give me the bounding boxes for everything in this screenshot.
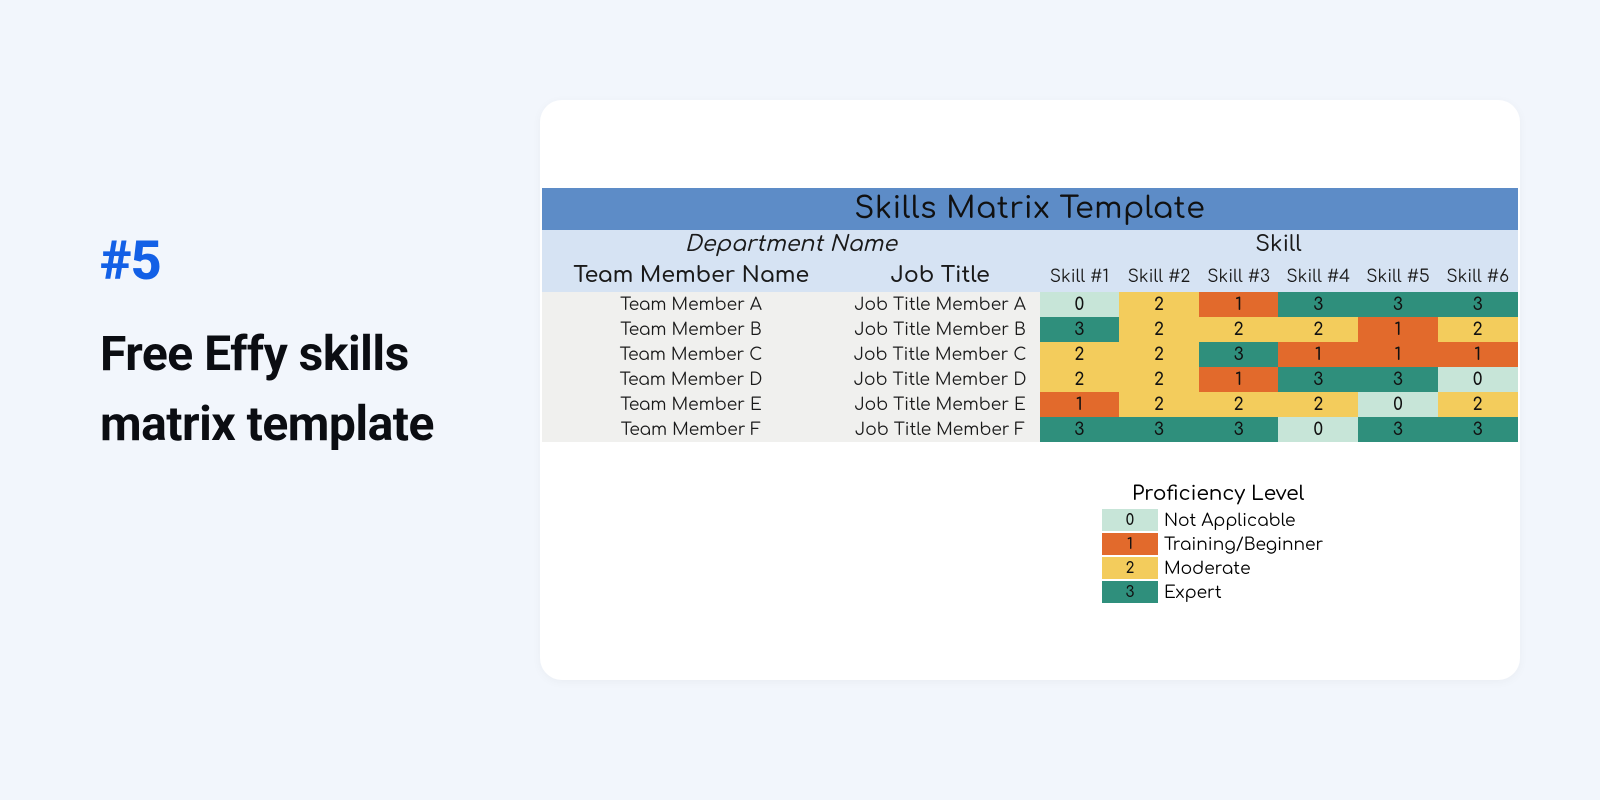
skill-cell: 3 xyxy=(1199,342,1279,367)
skill-cell: 3 xyxy=(1358,417,1438,442)
skill-cell: 3 xyxy=(1040,417,1120,442)
legend-swatch: 1 xyxy=(1102,533,1158,555)
legend-row: 2 Moderate xyxy=(1102,557,1518,579)
legend-row: 1 Training/Beginner xyxy=(1102,533,1518,555)
legend-swatch: 0 xyxy=(1102,509,1158,531)
skill-cell: 2 xyxy=(1438,392,1518,417)
table-row: Team Member EJob Title Member E122202 xyxy=(542,392,1518,417)
header-skill-5: Skill #5 xyxy=(1358,260,1438,292)
member-name-cell: Team Member A xyxy=(542,292,840,317)
skill-cell: 0 xyxy=(1358,392,1438,417)
skill-cell: 2 xyxy=(1040,342,1120,367)
skill-cell: 2 xyxy=(1199,317,1279,342)
legend-row: 3 Expert xyxy=(1102,581,1518,603)
skill-cell: 2 xyxy=(1278,317,1358,342)
skill-cell: 2 xyxy=(1119,317,1199,342)
legend-label: Training/Beginner xyxy=(1164,535,1323,554)
table-row: Team Member BJob Title Member B322212 xyxy=(542,317,1518,342)
skill-group-header: Skill xyxy=(1040,230,1518,260)
skill-cell: 0 xyxy=(1040,292,1120,317)
skill-cell: 3 xyxy=(1278,367,1358,392)
legend-label: Expert xyxy=(1164,583,1222,602)
column-header-row: Team Member Name Job Title Skill #1 Skil… xyxy=(542,260,1518,292)
table-row: Team Member CJob Title Member C223111 xyxy=(542,342,1518,367)
skill-cell: 2 xyxy=(1278,392,1358,417)
skill-cell: 3 xyxy=(1278,292,1358,317)
member-name-cell: Team Member F xyxy=(542,417,840,442)
skill-cell: 2 xyxy=(1199,392,1279,417)
skill-cell: 2 xyxy=(1040,367,1120,392)
skill-cell: 3 xyxy=(1438,417,1518,442)
skill-cell: 1 xyxy=(1199,367,1279,392)
job-title-cell: Job Title Member B xyxy=(840,317,1039,342)
department-group-header: Department Name xyxy=(542,230,1040,260)
table-row: Team Member AJob Title Member A021333 xyxy=(542,292,1518,317)
skill-cell: 2 xyxy=(1119,367,1199,392)
template-number: #5 xyxy=(100,230,520,293)
job-title-cell: Job Title Member F xyxy=(840,417,1039,442)
header-skill-4: Skill #4 xyxy=(1278,260,1358,292)
skill-cell: 3 xyxy=(1358,367,1438,392)
skill-cell: 1 xyxy=(1358,342,1438,367)
skill-cell: 3 xyxy=(1438,292,1518,317)
member-name-cell: Team Member D xyxy=(542,367,840,392)
job-title-cell: Job Title Member C xyxy=(840,342,1039,367)
member-name-cell: Team Member B xyxy=(542,317,840,342)
skill-cell: 2 xyxy=(1119,342,1199,367)
skills-matrix-table: Skills Matrix Template Department Name S… xyxy=(542,188,1518,442)
skill-cell: 2 xyxy=(1438,317,1518,342)
legend-title: Proficiency Level xyxy=(1132,482,1518,505)
header-skill-2: Skill #2 xyxy=(1119,260,1199,292)
left-panel: #5 Free Effy skills matrix template xyxy=(100,100,520,458)
skill-cell: 1 xyxy=(1438,342,1518,367)
skill-cell: 3 xyxy=(1119,417,1199,442)
proficiency-legend: Proficiency Level 0 Not Applicable 1 Traini… xyxy=(1102,482,1518,603)
member-name-cell: Team Member C xyxy=(542,342,840,367)
template-preview-card: Skills Matrix Template Department Name S… xyxy=(540,100,1520,680)
header-skill-1: Skill #1 xyxy=(1040,260,1120,292)
member-name-cell: Team Member E xyxy=(542,392,840,417)
skill-cell: 0 xyxy=(1438,367,1518,392)
skill-cell: 2 xyxy=(1119,392,1199,417)
legend-label: Not Applicable xyxy=(1164,511,1295,530)
table-row: Team Member DJob Title Member D221330 xyxy=(542,367,1518,392)
header-team-member: Team Member Name xyxy=(542,260,840,292)
legend-swatch: 3 xyxy=(1102,581,1158,603)
table-row: Team Member FJob Title Member F333033 xyxy=(542,417,1518,442)
header-skill-3: Skill #3 xyxy=(1199,260,1279,292)
skill-cell: 1 xyxy=(1040,392,1120,417)
skill-cell: 0 xyxy=(1278,417,1358,442)
template-title: Free Effy skills matrix template xyxy=(100,319,520,458)
skill-cell: 2 xyxy=(1119,292,1199,317)
matrix-banner: Skills Matrix Template xyxy=(542,188,1518,230)
skill-cell: 1 xyxy=(1278,342,1358,367)
header-skill-6: Skill #6 xyxy=(1438,260,1518,292)
legend-swatch: 2 xyxy=(1102,557,1158,579)
job-title-cell: Job Title Member A xyxy=(840,292,1039,317)
legend-row: 0 Not Applicable xyxy=(1102,509,1518,531)
legend-label: Moderate xyxy=(1164,559,1251,578)
header-job-title: Job Title xyxy=(840,260,1039,292)
job-title-cell: Job Title Member E xyxy=(840,392,1039,417)
skill-cell: 1 xyxy=(1199,292,1279,317)
skill-cell: 3 xyxy=(1358,292,1438,317)
skill-cell: 1 xyxy=(1358,317,1438,342)
job-title-cell: Job Title Member D xyxy=(840,367,1039,392)
matrix-body: Team Member AJob Title Member A021333Tea… xyxy=(542,292,1518,442)
skill-cell: 3 xyxy=(1040,317,1120,342)
skill-cell: 3 xyxy=(1199,417,1279,442)
